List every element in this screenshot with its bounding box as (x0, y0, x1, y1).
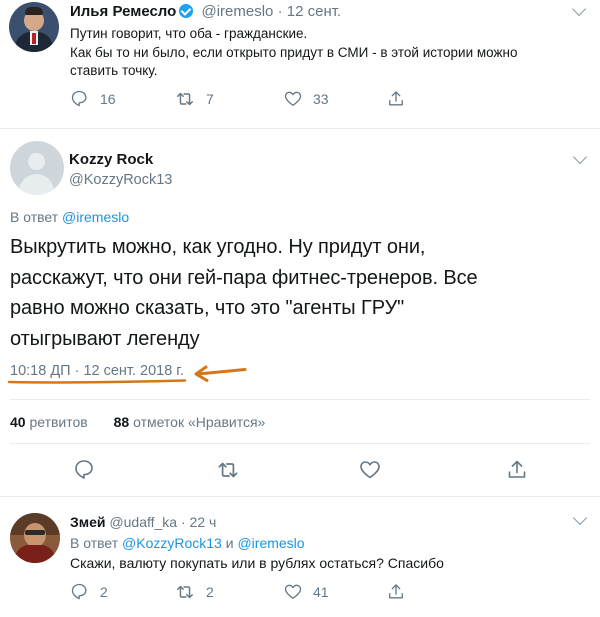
retweet-button[interactable] (215, 458, 241, 482)
main-tweet-text: Выкрутить можно, как угодно. Ну придут о… (10, 232, 478, 354)
retweet-button[interactable]: 2 (174, 582, 214, 602)
like-count: 33 (313, 91, 329, 107)
share-button[interactable] (386, 582, 406, 602)
tweet-text-line: Как бы то ни было, если открыто придут в… (70, 44, 518, 60)
reply-count: 16 (100, 91, 116, 107)
divider (10, 399, 590, 400)
like-count: 41 (313, 584, 329, 600)
share-icon (389, 584, 403, 599)
author-handle[interactable]: @udaff_ka (109, 514, 177, 530)
tweet-text: Путин говорит, что оба - гражданские. Ка… (70, 25, 518, 81)
engagement-stats: 40 ретвитов 88 отметок «Нравится» (10, 414, 265, 430)
retweet-count: 7 (206, 91, 214, 107)
author-name[interactable]: Илья Ремесло (70, 3, 176, 20)
reply-context: В ответ @iremeslo (10, 209, 129, 225)
reply-to-link[interactable]: @KozzyRock13 (122, 535, 222, 551)
reply-to-link[interactable]: @iremeslo (62, 209, 129, 225)
separator-dot: · (180, 514, 186, 530)
like-button[interactable]: 41 (283, 582, 329, 602)
author-handle[interactable]: @iremeslo (201, 3, 273, 20)
divider (10, 443, 590, 444)
retweet-count: 2 (206, 584, 214, 600)
reply-button[interactable]: 2 (70, 582, 108, 602)
avatar-iremeslo[interactable] (9, 2, 59, 52)
reply-and: и (225, 535, 234, 551)
reply-prefix: В ответ (70, 535, 119, 551)
separator-dot: · (277, 3, 283, 20)
reply-button[interactable]: 16 (70, 89, 116, 109)
retweets-stat[interactable]: 40 ретвитов (10, 414, 88, 430)
tweet-text-line: равно можно сказать, что это "агенты ГРУ… (10, 297, 405, 319)
tweet-text-line: ставить точку. (70, 63, 158, 78)
reply-button[interactable] (73, 458, 97, 482)
chevron-down-icon[interactable] (571, 1, 587, 17)
likes-stat[interactable]: 88 отметок «Нравится» (114, 414, 266, 430)
retweet-button[interactable]: 7 (174, 89, 214, 109)
share-button[interactable] (386, 89, 406, 109)
author-name[interactable]: Kozzy Rock (69, 151, 153, 168)
likes-count: 88 (113, 414, 130, 430)
tweet-date[interactable]: 12 сент. (287, 3, 341, 20)
likes-label: отметок «Нравится» (133, 414, 266, 430)
divider (0, 496, 600, 497)
like-button[interactable] (358, 458, 382, 482)
avatar-udaff[interactable] (10, 513, 60, 563)
author-name[interactable]: Змей (70, 514, 106, 530)
retweet-icon (177, 585, 194, 599)
reply-icon (71, 90, 87, 107)
like-icon (284, 584, 302, 599)
reply-context: В ответ @KozzyRock13 и @iremeslo (70, 535, 305, 551)
retweets-count: 40 (10, 414, 26, 430)
chevron-down-icon[interactable] (572, 149, 588, 165)
tweet-text-line: Выкрутить можно, как угодно. Ну придут о… (10, 236, 426, 258)
retweets-label: ретвитов (29, 414, 88, 430)
retweet-icon (218, 462, 238, 478)
annotation-underline-arrow (7, 365, 247, 384)
share-icon (508, 460, 526, 478)
reply-icon (75, 460, 93, 479)
reply-to-link[interactable]: @iremeslo (237, 535, 304, 551)
avatar-kozzyrock[interactable] (10, 141, 64, 195)
reply-icon (71, 583, 87, 600)
verified-badge-icon (179, 4, 194, 18)
divider (0, 128, 600, 129)
tweet-text-line: Путин говорит, что оба - гражданские. (70, 26, 308, 41)
tweet-text-line: отыгрывают легенду (10, 327, 200, 350)
share-icon (389, 91, 403, 106)
like-button[interactable]: 33 (283, 89, 329, 109)
chevron-down-icon[interactable] (572, 510, 588, 526)
tweet-text: Скажи, валюту покупать или в рублях оста… (70, 555, 444, 571)
share-button[interactable] (505, 458, 529, 482)
tweet-header: Змей @udaff_ka · 22 ч (70, 514, 216, 530)
like-icon (360, 461, 380, 479)
tweet-date[interactable]: 22 ч (190, 514, 217, 530)
like-icon (284, 91, 302, 106)
reply-prefix: В ответ (10, 209, 59, 225)
retweet-icon (177, 92, 194, 106)
tweet-text-line: расскажут, что они гей-пара фитнес-трене… (10, 266, 478, 289)
tweet-header: Илья Ремесло @iremeslo · 12 сент. (70, 3, 341, 20)
reply-count: 2 (100, 584, 108, 600)
author-handle[interactable]: @KozzyRock13 (69, 172, 172, 188)
